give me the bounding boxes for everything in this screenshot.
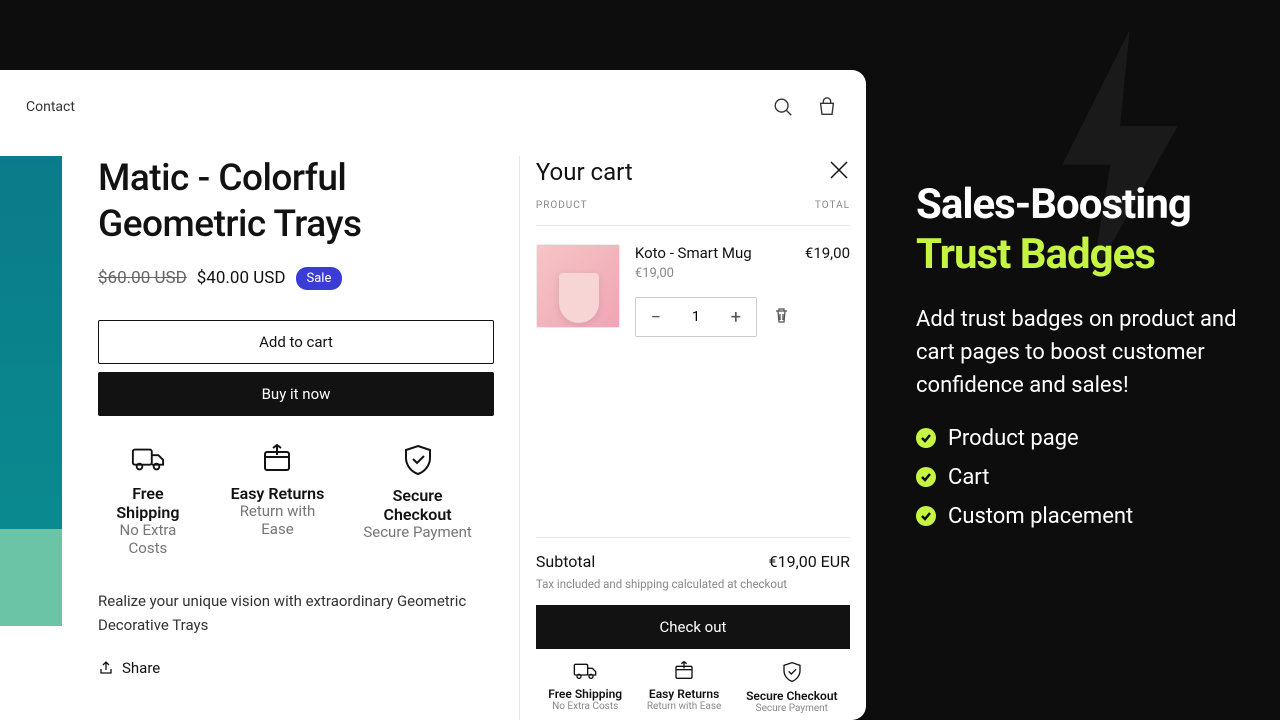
check-icon <box>916 467 936 487</box>
cart-item: Koto - Smart Mug €19,00 − 1 + €19,00 <box>536 226 850 355</box>
badge-title: Free Shipping <box>102 484 194 522</box>
cart-item-thumb <box>536 244 620 328</box>
marketing-description: Add trust badges on product and cart pag… <box>916 303 1246 402</box>
badge-subtitle: No Extra Costs <box>102 521 194 557</box>
badge-title: Easy Returns <box>231 484 325 503</box>
badge-subtitle: Return with Ease <box>226 502 329 538</box>
bullet-item: Cart <box>916 465 1246 490</box>
marketing-bullets: Product page Cart Custom placement <box>916 426 1246 529</box>
subtotal-value: €19,00 EUR <box>769 552 850 571</box>
col-product: PRODUCT <box>536 200 588 211</box>
truck-icon <box>131 444 165 478</box>
box-return-icon <box>673 661 695 681</box>
price-sale: $40.00 USD <box>197 268 286 288</box>
price-original: $60.00 USD <box>98 268 187 288</box>
qty-value: 1 <box>676 309 716 325</box>
truck-icon <box>573 661 597 681</box>
cart-icon[interactable] <box>816 96 838 118</box>
shop-window: Contact Matic - Colorful Geometric Trays… <box>0 70 866 720</box>
sale-badge: Sale <box>296 267 343 290</box>
badge-subtitle: Secure Payment <box>363 523 471 541</box>
add-to-cart-button[interactable]: Add to cart <box>98 320 494 364</box>
buy-now-button[interactable]: Buy it now <box>98 372 494 416</box>
close-icon[interactable] <box>828 159 850 185</box>
qty-increase-button[interactable]: + <box>716 297 756 337</box>
box-return-icon <box>261 444 293 478</box>
share-label: Share <box>122 659 160 677</box>
marketing-panel: Sales-Boosting Trust Badges Add trust ba… <box>916 180 1246 543</box>
remove-item-button[interactable] <box>773 307 790 328</box>
check-icon <box>916 428 936 448</box>
shield-check-icon <box>782 661 802 683</box>
product-title: Matic - Colorful Geometric Trays <box>98 156 474 249</box>
badge-title: Easy Returns <box>647 687 721 701</box>
badge-title: Free Shipping <box>548 687 622 701</box>
subtotal-label: Subtotal <box>536 552 595 571</box>
qty-decrease-button[interactable]: − <box>636 297 676 337</box>
bullet-item: Product page <box>916 426 1246 451</box>
cart-title: Your cart <box>536 158 633 186</box>
badge-subtitle: Return with Ease <box>647 701 721 712</box>
shop-header: Contact <box>0 70 866 143</box>
trust-badges: Free Shipping No Extra Costs Easy Return… <box>98 444 474 557</box>
quantity-stepper: − 1 + <box>635 297 757 337</box>
cart-badge-shipping: Free Shipping No Extra Costs <box>548 661 622 714</box>
col-total: TOTAL <box>815 200 850 211</box>
cart-badge-returns: Easy Returns Return with Ease <box>647 661 721 714</box>
cart-item-name: Koto - Smart Mug <box>635 244 790 262</box>
badge-title: Secure Checkout <box>746 689 838 703</box>
search-icon[interactable] <box>772 96 794 118</box>
checkout-button[interactable]: Check out <box>536 605 850 649</box>
share-icon <box>98 660 114 676</box>
badge-returns: Easy Returns Return with Ease <box>226 444 329 557</box>
nav-contact[interactable]: Contact <box>26 99 75 115</box>
share-button[interactable]: Share <box>98 659 474 677</box>
product-area: Matic - Colorful Geometric Trays $60.00 … <box>0 156 519 720</box>
cart-item-total: €19,00 <box>805 244 850 337</box>
product-description: Realize your unique vision with extraord… <box>98 589 474 637</box>
badge-secure: Secure Checkout Secure Payment <box>361 444 474 557</box>
badge-subtitle: Secure Payment <box>746 703 838 714</box>
badge-title: Secure Checkout <box>361 486 474 524</box>
cart-panel: Your cart PRODUCT TOTAL Koto - Smart Mug… <box>519 156 866 720</box>
check-icon <box>916 506 936 526</box>
tax-note: Tax included and shipping calculated at … <box>536 577 850 591</box>
marketing-title: Sales-Boosting Trust Badges <box>916 180 1246 281</box>
bullet-item: Custom placement <box>916 504 1246 529</box>
cart-item-unit-price: €19,00 <box>635 266 790 281</box>
cart-trust-badges: Free Shipping No Extra Costs Easy Return… <box>536 661 850 714</box>
badge-shipping: Free Shipping No Extra Costs <box>102 444 194 557</box>
cart-badge-secure: Secure Checkout Secure Payment <box>746 661 838 714</box>
product-image <box>0 156 62 626</box>
shield-check-icon <box>403 444 433 480</box>
badge-subtitle: No Extra Costs <box>548 701 622 712</box>
